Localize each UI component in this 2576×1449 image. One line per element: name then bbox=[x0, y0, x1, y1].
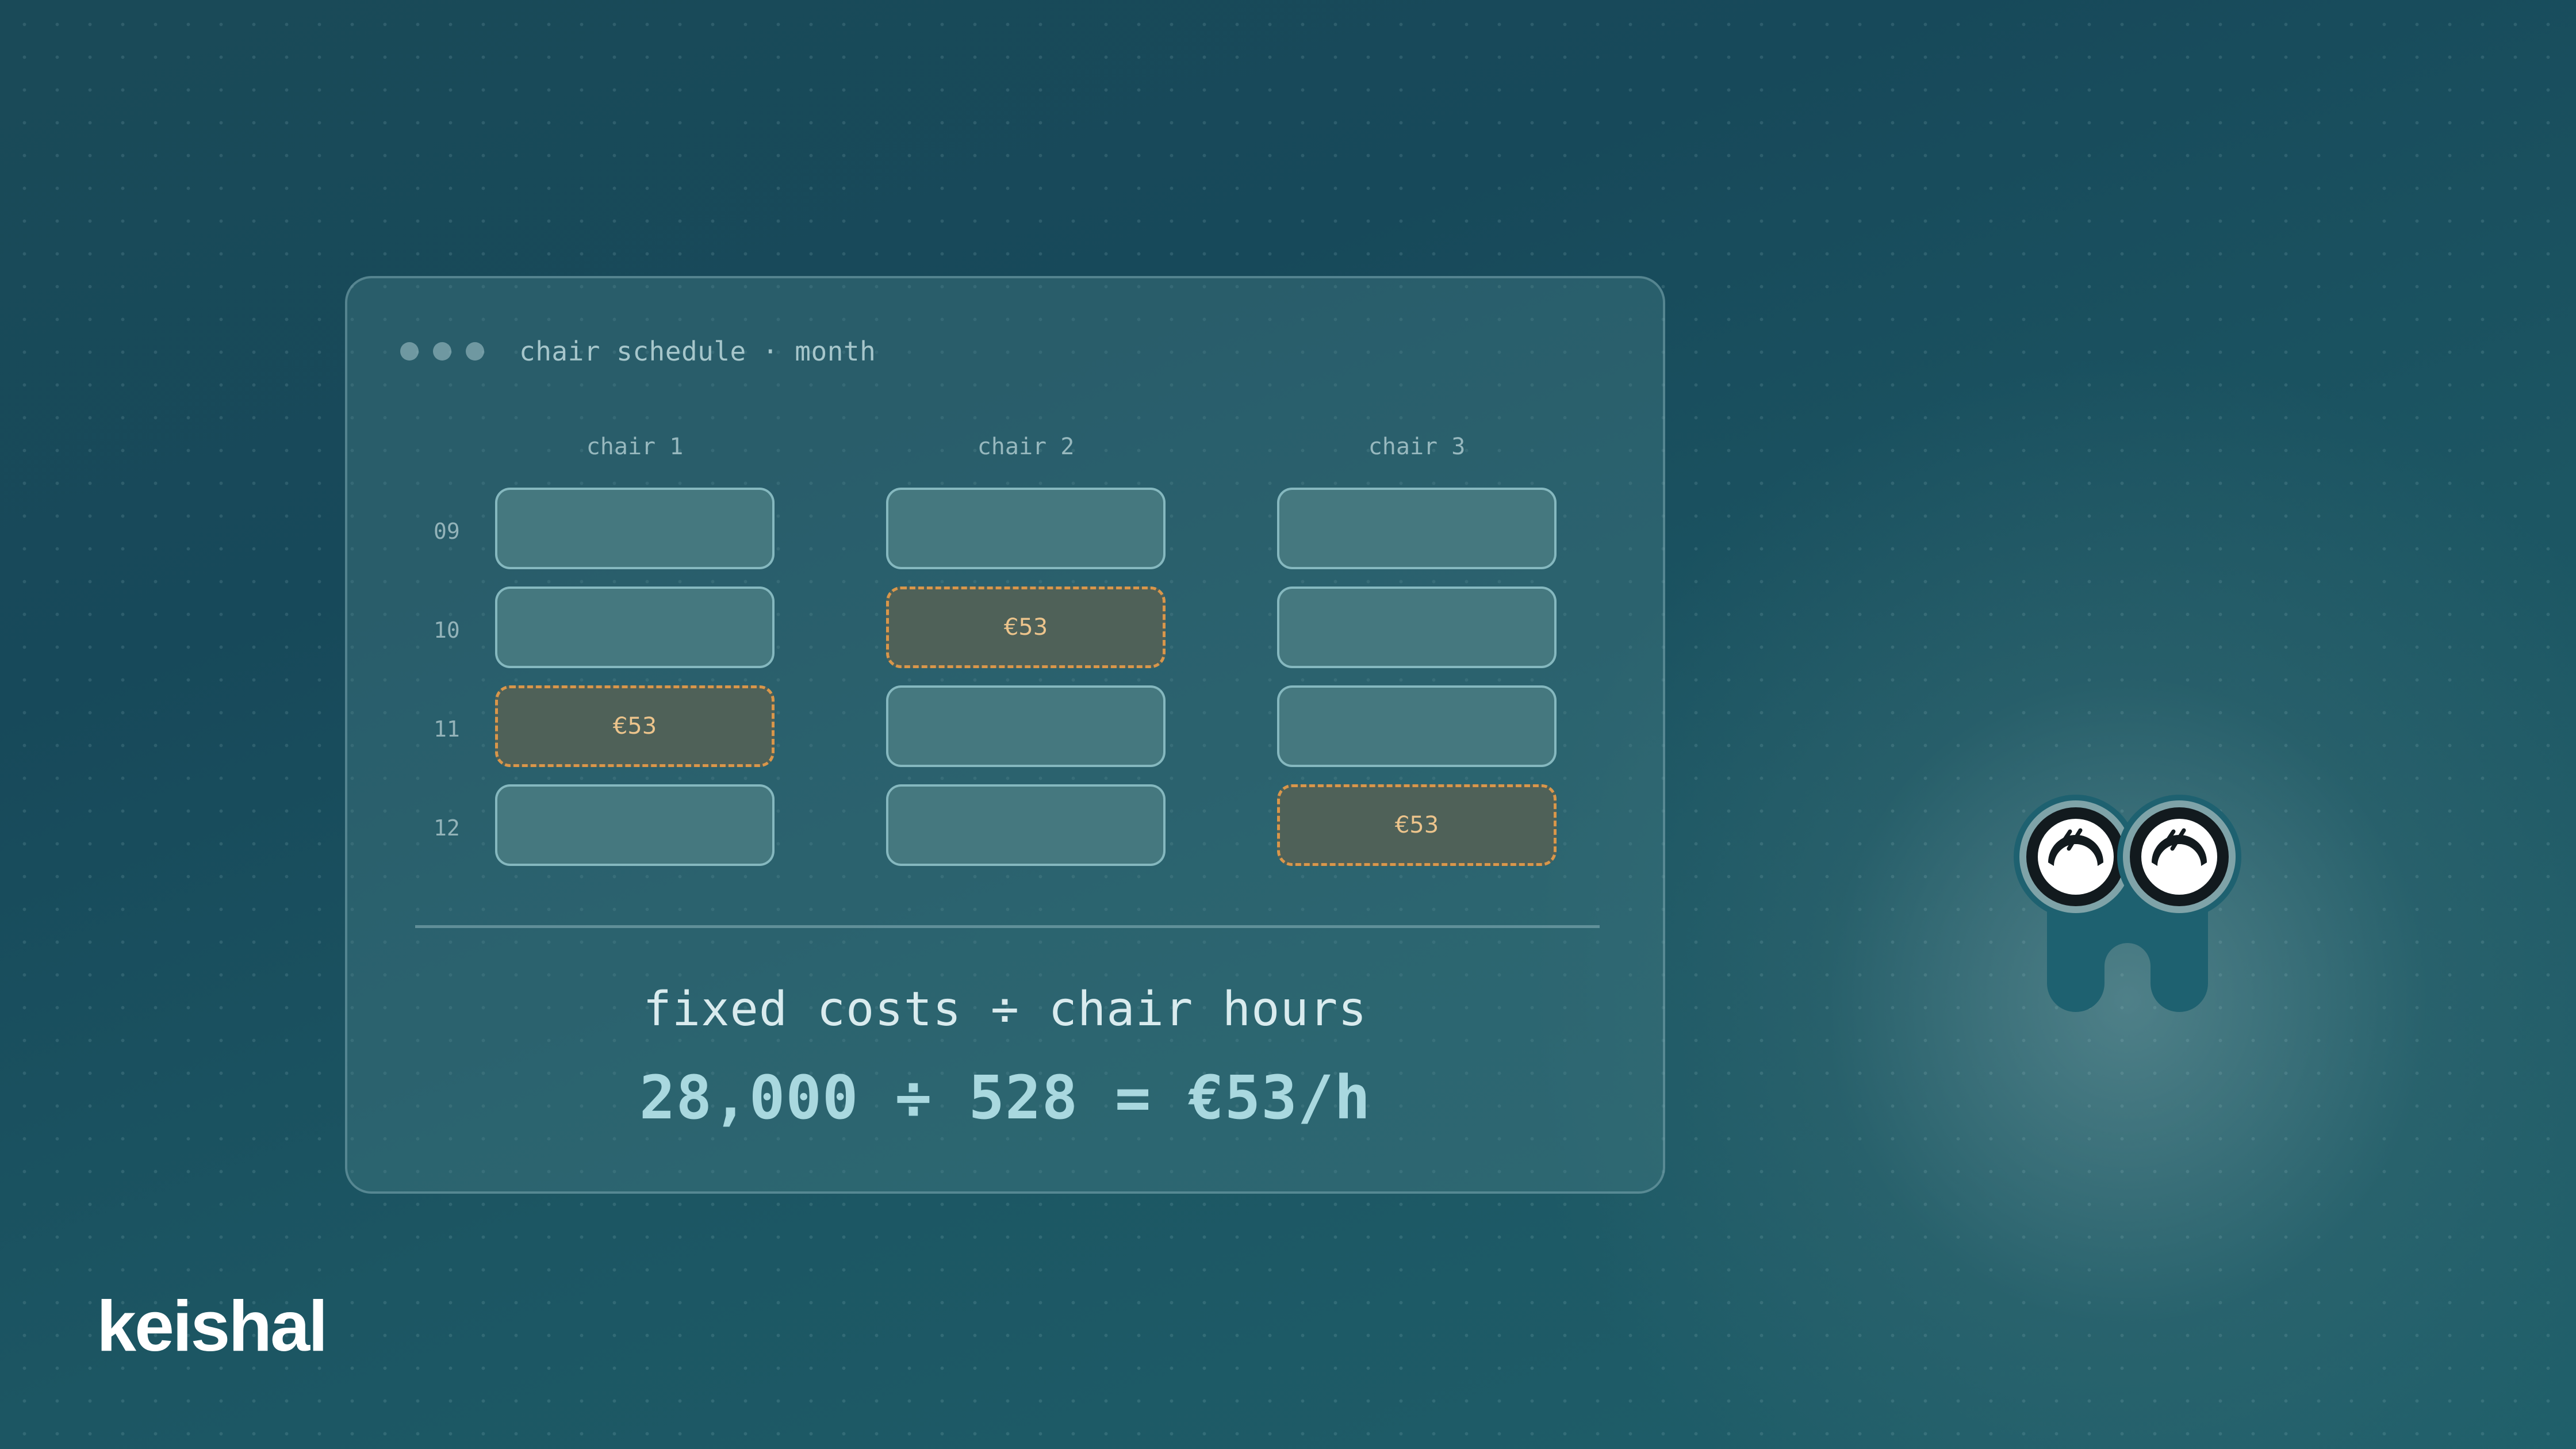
slot-price: €53 bbox=[612, 713, 657, 739]
slot-chair-2-12[interactable] bbox=[886, 784, 1166, 866]
slot-chair-2-09[interactable] bbox=[886, 488, 1166, 569]
slot-price: €53 bbox=[1003, 614, 1048, 641]
slot-chair-3-09[interactable] bbox=[1277, 488, 1557, 569]
row-label-11: 11 bbox=[434, 716, 460, 742]
window-dot-icon[interactable] bbox=[466, 342, 484, 361]
slot-price: €53 bbox=[1394, 812, 1439, 838]
booked-slot-chair-1-11[interactable]: €53 bbox=[495, 685, 775, 767]
column-header-chair-1: chair 1 bbox=[586, 434, 684, 460]
booked-slot-chair-3-12[interactable]: €53 bbox=[1277, 784, 1557, 866]
window-titlebar: chair schedule · month bbox=[400, 336, 876, 367]
formula-text: fixed costs ÷ chair hours bbox=[643, 982, 1367, 1037]
mascot-icon bbox=[2014, 795, 2241, 1012]
slot-chair-1-09[interactable] bbox=[495, 488, 775, 569]
column-header-chair-2: chair 2 bbox=[977, 434, 1075, 460]
row-label-09: 09 bbox=[434, 519, 460, 544]
row-label-10: 10 bbox=[434, 618, 460, 643]
slot-chair-1-10[interactable] bbox=[495, 586, 775, 668]
window-dot-icon[interactable] bbox=[400, 342, 419, 361]
formula-result: 28,000 ÷ 528 = €53/h bbox=[639, 1063, 1371, 1133]
window-dot-icon[interactable] bbox=[433, 342, 451, 361]
slot-chair-3-10[interactable] bbox=[1277, 586, 1557, 668]
slot-chair-1-12[interactable] bbox=[495, 784, 775, 866]
row-label-12: 12 bbox=[434, 815, 460, 841]
column-header-chair-3: chair 3 bbox=[1368, 434, 1466, 460]
slot-chair-3-11[interactable] bbox=[1277, 685, 1557, 767]
window-title: chair schedule · month bbox=[519, 336, 876, 367]
slot-chair-2-11[interactable] bbox=[886, 685, 1166, 767]
schedule-window: chair schedule · month chair 1 chair 2 c… bbox=[345, 276, 1665, 1194]
divider bbox=[415, 925, 1600, 928]
brand-logo: keishal bbox=[97, 1287, 328, 1366]
booked-slot-chair-2-10[interactable]: €53 bbox=[886, 586, 1166, 668]
